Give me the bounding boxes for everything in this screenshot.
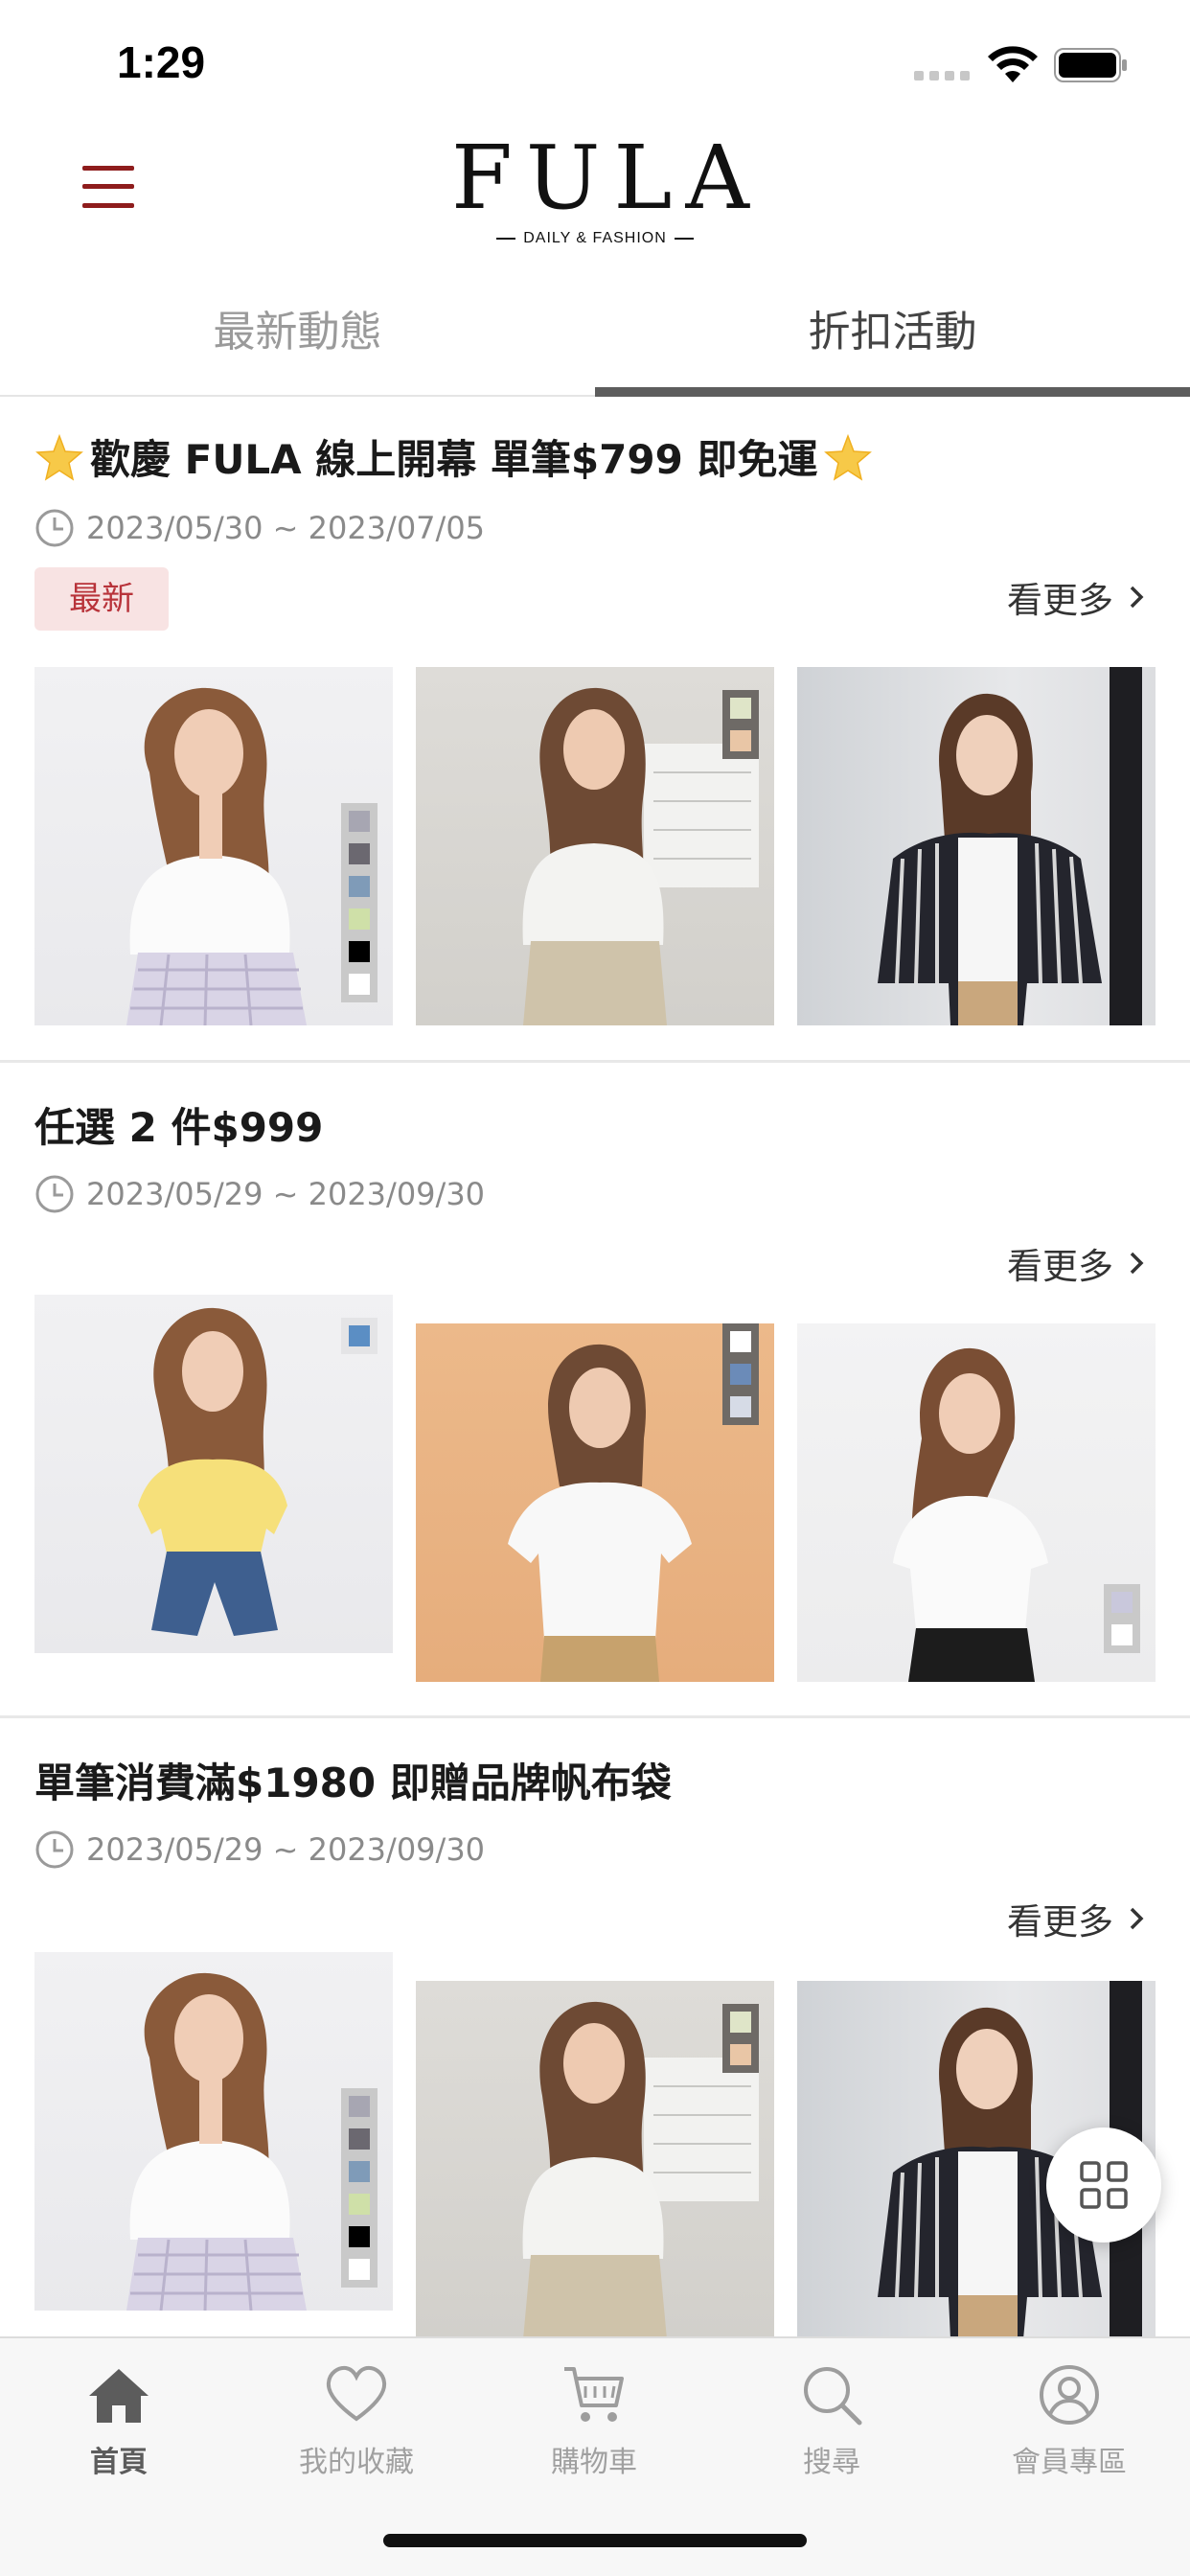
promo-title[interactable]: 任選 2 件$999: [34, 1095, 323, 1154]
tab-bar: 最新動態 折扣活動: [0, 278, 1190, 397]
product-photo: [522, 687, 759, 1025]
nav-member[interactable]: 會員專區: [950, 2361, 1188, 2480]
product-card[interactable]: [797, 1323, 1156, 1682]
nav-search[interactable]: 搜尋: [713, 2361, 950, 2480]
product-photo: [522, 2001, 759, 2336]
color-swatches: [722, 1323, 759, 1425]
see-more-link[interactable]: 看更多: [1007, 1237, 1146, 1289]
product-card[interactable]: [34, 667, 393, 1025]
nav-label: 首頁: [90, 2446, 148, 2479]
clock-icon: [35, 509, 74, 547]
nav-label: 會員專區: [1012, 2446, 1127, 2479]
clock-icon: [35, 1830, 74, 1869]
color-swatches: [341, 803, 378, 1002]
star-icon: [35, 433, 83, 481]
status-bar: 1:29: [0, 0, 1190, 125]
nav-label: 購物車: [551, 2446, 637, 2479]
new-badge: 最新: [34, 567, 169, 631]
chevron-right-icon: [1130, 1907, 1144, 1930]
nav-label: 搜尋: [803, 2446, 860, 2479]
promo-date: 2023/05/30 ~ 2023/07/05: [34, 508, 485, 548]
status-time: 1:29: [117, 37, 206, 87]
nav-home[interactable]: 首頁: [0, 2361, 238, 2480]
promo-date: 2023/05/29 ~ 2023/09/30: [34, 1174, 485, 1214]
product-photo: [126, 687, 307, 1025]
chevron-right-icon: [1130, 586, 1144, 609]
promo-section: 單筆消費滿$1980 即贈品牌帆布袋 2023/05/29 ~ 2023/09/…: [0, 1718, 1190, 2336]
color-swatches: [1104, 1584, 1140, 1653]
tab-latest-news[interactable]: 最新動態: [0, 297, 595, 358]
color-swatches: [341, 2088, 378, 2288]
home-icon: [89, 2369, 149, 2423]
product-photo: [893, 1347, 1048, 1682]
promo-title[interactable]: 歡慶 FULA 線上開幕 單筆$799 即免運: [34, 427, 873, 486]
product-card[interactable]: [797, 667, 1156, 1025]
product-card[interactable]: [34, 1952, 393, 2311]
color-swatches: [722, 690, 759, 759]
brand-logo: FULA DAILY & FASHION: [451, 126, 763, 247]
color-swatches: [341, 1318, 378, 1354]
nav-favorites[interactable]: 我的收藏: [238, 2361, 475, 2480]
cellular-signal-icon: [914, 71, 970, 80]
chevron-right-icon: [1130, 1252, 1144, 1275]
logo-tagline: DAILY & FASHION: [451, 230, 739, 247]
product-card[interactable]: [416, 1981, 774, 2336]
battery-icon: [1054, 48, 1127, 82]
home-indicator: [383, 2534, 807, 2547]
cart-icon: [564, 2367, 624, 2422]
nav-cart[interactable]: 購物車: [475, 2361, 713, 2480]
product-card[interactable]: [34, 1295, 393, 1653]
grid-icon: [1080, 2161, 1128, 2209]
product-photo: [878, 667, 1142, 1025]
logo-wordmark: FULA: [451, 126, 763, 229]
tab-discount-events[interactable]: 折扣活動: [595, 297, 1190, 358]
grid-view-button[interactable]: [1046, 2128, 1161, 2242]
menu-icon[interactable]: [82, 163, 134, 211]
search-icon: [804, 2367, 862, 2426]
promo-date: 2023/05/29 ~ 2023/09/30: [34, 1829, 485, 1870]
see-more-link[interactable]: 看更多: [1007, 571, 1146, 623]
heart-icon: [326, 2365, 387, 2422]
product-photo: [508, 1344, 692, 1682]
product-card[interactable]: [416, 667, 774, 1025]
product-photo: [138, 1307, 287, 1636]
user-icon: [1040, 2365, 1099, 2425]
clock-icon: [35, 1175, 74, 1213]
product-card[interactable]: [416, 1323, 774, 1682]
product-photo: [126, 1972, 307, 2311]
star-icon: [824, 433, 873, 481]
promo-section: 歡慶 FULA 線上開幕 單筆$799 即免運 2023/05/30 ~ 202…: [0, 397, 1190, 1062]
wifi-icon: [988, 46, 1038, 82]
promo-title[interactable]: 單筆消費滿$1980 即贈品牌帆布袋: [34, 1751, 672, 1809]
nav-label: 我的收藏: [299, 2446, 414, 2479]
color-swatches: [722, 2004, 759, 2073]
promo-section: 任選 2 件$999 2023/05/29 ~ 2023/09/30 看更多: [0, 1063, 1190, 1718]
see-more-link[interactable]: 看更多: [1007, 1893, 1146, 1944]
active-tab-indicator: [595, 387, 1190, 397]
